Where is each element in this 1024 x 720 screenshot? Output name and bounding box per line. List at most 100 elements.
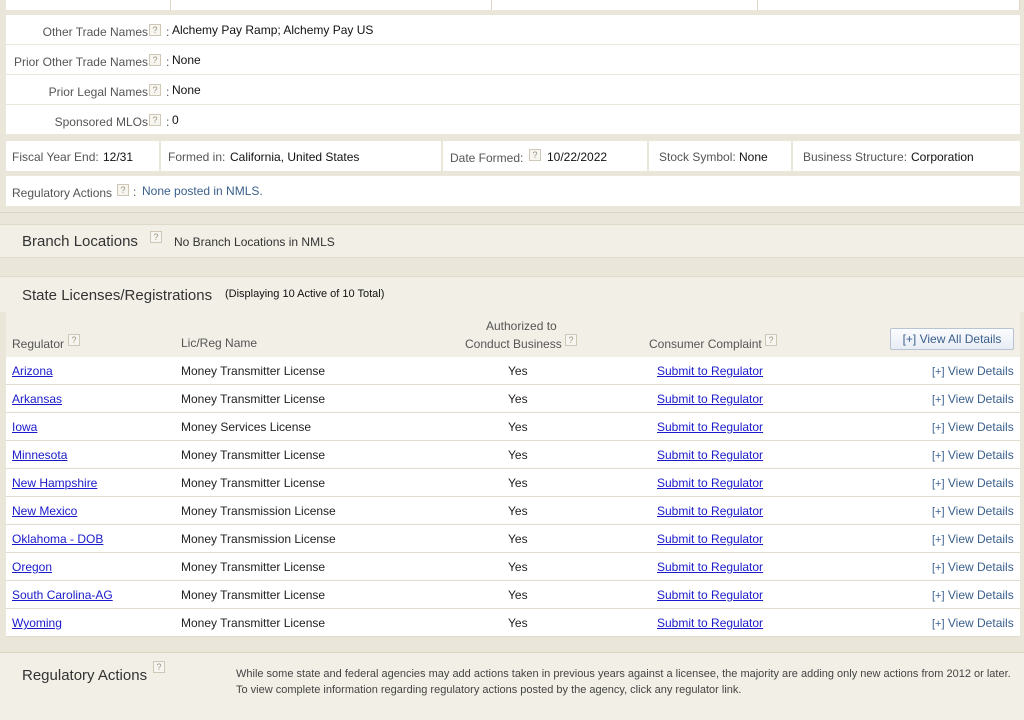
expand-icon: [+]	[932, 394, 945, 406]
regulator-link[interactable]: Wyoming	[12, 616, 62, 630]
submit-to-regulator-link[interactable]: Submit to Regulator	[657, 532, 763, 546]
branch-locations-text: No Branch Locations in NMLS	[174, 235, 335, 249]
submit-to-regulator-link[interactable]: Submit to Regulator	[657, 392, 763, 406]
lic-name: Money Transmitter License	[181, 476, 326, 490]
regulator-header: Regulator	[12, 337, 65, 351]
view-details-label: View Details	[947, 560, 1014, 574]
help-icon[interactable]: ?	[565, 334, 577, 346]
branch-locations-section: Branch Locations ? No Branch Locations i…	[0, 224, 1024, 258]
lic-name: Money Transmission License	[181, 504, 336, 518]
view-details-label: View Details	[947, 448, 1014, 462]
help-icon[interactable]: ?	[149, 114, 161, 126]
lic-name: Money Transmitter License	[181, 448, 326, 462]
view-details-link[interactable]: [+] View Details	[932, 364, 1014, 378]
help-icon[interactable]: ?	[68, 334, 80, 346]
section-title: Branch Locations	[22, 233, 138, 250]
licenses-count: (Displaying 10 Active of 10 Total)	[225, 288, 385, 300]
regulator-link[interactable]: New Mexico	[12, 504, 77, 518]
lic-name: Money Transmitter License	[181, 392, 326, 406]
regulator-link[interactable]: Iowa	[12, 420, 37, 434]
stock-symbol-value: None	[739, 150, 768, 164]
view-details-link[interactable]: [+] View Details	[932, 420, 1014, 434]
table-row: South Carolina-AG Money Transmitter Lice…	[6, 581, 1020, 609]
submit-to-regulator-link[interactable]: Submit to Regulator	[657, 504, 763, 518]
view-details-label: View Details	[947, 392, 1014, 406]
business-structure-label: Business Structure:	[803, 150, 908, 164]
other-trade-names-row: Other Trade Names ? : Alchemy Pay Ramp; …	[6, 15, 1020, 45]
authorized-value: Yes	[508, 392, 528, 406]
regulator-link[interactable]: Oklahoma - DOB	[12, 532, 103, 546]
divider	[0, 212, 1024, 213]
colon: :	[166, 85, 170, 99]
fiscal-year-label: Fiscal Year End:	[12, 150, 99, 164]
authorized-value: Yes	[508, 448, 528, 462]
fiscal-year-cell: Fiscal Year End: 12/31	[6, 141, 159, 171]
table-row: Oregon Money Transmitter License Yes Sub…	[6, 553, 1020, 581]
regulator-link[interactable]: New Hampshire	[12, 476, 97, 490]
expand-icon: [+]	[932, 562, 945, 574]
submit-to-regulator-link[interactable]: Submit to Regulator	[657, 588, 763, 602]
help-icon[interactable]: ?	[150, 231, 162, 243]
colon: :	[166, 55, 170, 69]
view-all-details-button[interactable]: [+] View All Details	[890, 328, 1014, 350]
colon: :	[166, 115, 170, 129]
field-label: Sponsored MLOs	[54, 115, 148, 129]
regulator-link[interactable]: Arizona	[12, 364, 53, 378]
lic-name: Money Transmitter License	[181, 616, 326, 630]
consumer-complaint-header: Consumer Complaint	[649, 337, 762, 351]
authorized-value: Yes	[508, 476, 528, 490]
stock-symbol-cell: Stock Symbol: None	[649, 141, 791, 171]
view-details-link[interactable]: [+] View Details	[932, 532, 1014, 546]
view-details-link[interactable]: [+] View Details	[932, 476, 1014, 490]
view-details-label: View Details	[947, 616, 1014, 630]
submit-to-regulator-link[interactable]: Submit to Regulator	[657, 560, 763, 574]
authorized-value: Yes	[508, 616, 528, 630]
authorized-value: Yes	[508, 420, 528, 434]
authorized-value: Yes	[508, 560, 528, 574]
names-card: Other Trade Names ? : Alchemy Pay Ramp; …	[6, 15, 1020, 136]
lic-name: Money Transmitter License	[181, 364, 326, 378]
view-details-link[interactable]: [+] View Details	[932, 448, 1014, 462]
regulatory-actions-description: While some state and federal agencies ma…	[236, 668, 1011, 696]
view-details-label: View Details	[947, 504, 1014, 518]
lic-name: Money Transmission License	[181, 532, 336, 546]
submit-to-regulator-link[interactable]: Submit to Regulator	[657, 364, 763, 378]
field-value: 0	[172, 113, 179, 127]
help-icon[interactable]: ?	[529, 149, 541, 161]
submit-to-regulator-link[interactable]: Submit to Regulator	[657, 420, 763, 434]
top-cell	[758, 0, 1020, 10]
view-details-link[interactable]: [+] View Details	[932, 504, 1014, 518]
help-icon[interactable]: ?	[117, 184, 129, 196]
section-title: State Licenses/Registrations	[22, 287, 213, 304]
regulator-link[interactable]: South Carolina-AG	[12, 588, 113, 602]
view-details-link[interactable]: [+] View Details	[932, 616, 1014, 630]
help-icon[interactable]: ?	[153, 661, 165, 673]
view-details-label: View Details	[947, 364, 1014, 378]
table-row: Minnesota Money Transmitter License Yes …	[6, 441, 1020, 469]
business-structure-value: Corporation	[911, 150, 974, 164]
submit-to-regulator-link[interactable]: Submit to Regulator	[657, 616, 763, 630]
help-icon[interactable]: ?	[149, 84, 161, 96]
lic-name: Money Transmitter License	[181, 588, 326, 602]
regulator-link[interactable]: Oregon	[12, 560, 52, 574]
regulatory-actions-section: Regulatory Actions ? While some state an…	[0, 652, 1024, 720]
view-details-link[interactable]: [+] View Details	[932, 392, 1014, 406]
colon: :	[133, 185, 137, 199]
top-cell	[171, 0, 492, 10]
state-licenses-header: State Licenses/Registrations (Displaying…	[0, 276, 1024, 312]
view-details-link[interactable]: [+] View Details	[932, 588, 1014, 602]
submit-to-regulator-link[interactable]: Submit to Regulator	[657, 448, 763, 462]
prior-legal-names-row: Prior Legal Names ? : None	[6, 75, 1020, 105]
field-label: Prior Other Trade Names	[13, 55, 148, 69]
regulator-link[interactable]: Minnesota	[12, 448, 67, 462]
help-icon[interactable]: ?	[765, 334, 777, 346]
view-details-label: View Details	[947, 420, 1014, 434]
help-icon[interactable]: ?	[149, 54, 161, 66]
submit-to-regulator-link[interactable]: Submit to Regulator	[657, 476, 763, 490]
help-icon[interactable]: ?	[149, 24, 161, 36]
top-cell	[6, 0, 171, 10]
regulator-link[interactable]: Arkansas	[12, 392, 62, 406]
field-label: Prior Legal Names	[48, 85, 148, 99]
table-header: Regulator ? Lic/Reg Name Authorized to C…	[6, 312, 1020, 357]
view-details-link[interactable]: [+] View Details	[932, 560, 1014, 574]
